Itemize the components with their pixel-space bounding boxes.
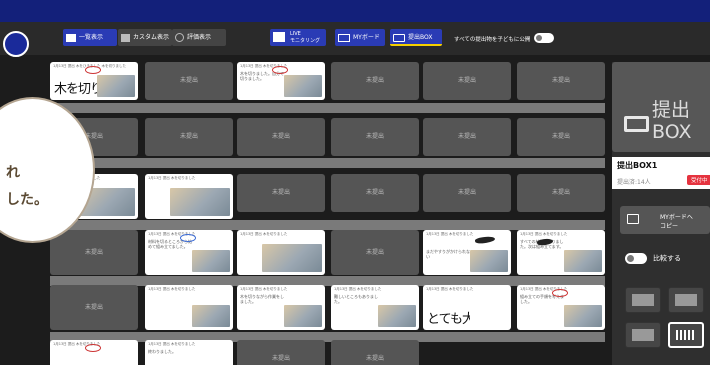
submission-card[interactable]: 1月13日 提出 木を切りました 木を切りました。自分で切りました。: [237, 62, 325, 100]
grid-icon: [66, 33, 76, 42]
grid-icon: [273, 32, 285, 42]
my-board-button[interactable]: MYボード: [335, 29, 385, 46]
submission-photo: [470, 250, 508, 272]
submission-card[interactable]: 1月13日 提出 木を切りました 終わりました。: [145, 340, 233, 365]
layout-4-button[interactable]: [668, 287, 704, 313]
submission-card[interactable]: 1月13日 提出 木を切りました: [145, 174, 233, 219]
submission-photo: [284, 75, 322, 97]
not-submitted-tile[interactable]: 未提出: [145, 118, 233, 156]
layout-sixteen-icon: [676, 330, 696, 340]
submission-photo: [378, 305, 416, 327]
shelf-divider: [50, 220, 605, 230]
submission-photo: [564, 250, 602, 272]
board-icon: [338, 33, 350, 42]
submission-card[interactable]: 1月13日 提出 木を切りました 木を切りながら作業をしました。: [237, 285, 325, 330]
submit-box-card[interactable]: 提出BOX1 提出済:14人 受付中: [612, 157, 710, 189]
not-submitted-tile[interactable]: 未提出: [237, 340, 325, 365]
not-submitted-tile[interactable]: 未提出: [145, 62, 233, 100]
gear-icon: [175, 33, 184, 42]
custom-view-button[interactable]: カスタム表示: [118, 29, 172, 46]
not-submitted-tile[interactable]: 未提出: [331, 340, 419, 365]
submission-card[interactable]: 1月13日 提出 木を切りました: [237, 230, 325, 275]
not-submitted-tile[interactable]: 未提出: [331, 118, 419, 156]
submission-card[interactable]: 1月13日 提出 木を切りました とても大: [423, 285, 511, 330]
annotation-circle: [552, 289, 568, 297]
not-submitted-tile[interactable]: 未提出: [517, 118, 605, 156]
not-submitted-tile[interactable]: 未提出: [331, 62, 419, 100]
not-submitted-tile[interactable]: 未提出: [517, 62, 605, 100]
not-submitted-tile[interactable]: 未提出: [331, 174, 419, 212]
submission-card[interactable]: 1月13日 提出 木を切りました まだやすりがかけられない: [423, 230, 511, 275]
submission-card[interactable]: 1月13日 提出 木を切りました: [50, 340, 138, 365]
submission-photo: [97, 75, 135, 97]
annotation-circle: [85, 344, 101, 352]
live-monitoring-button[interactable]: LIVE モニタリング: [270, 29, 326, 46]
not-submitted-tile[interactable]: 未提出: [517, 174, 605, 212]
not-submitted-tile[interactable]: 未提出: [50, 285, 138, 330]
publish-label: すべての提出物を子どもに公開: [454, 37, 531, 43]
not-submitted-tile[interactable]: 未提出: [50, 230, 138, 275]
app-logo-icon[interactable]: [3, 31, 29, 57]
layout-nine-icon: [632, 329, 654, 341]
grid-icon: [121, 33, 130, 42]
publish-toggle[interactable]: [534, 33, 554, 43]
eval-view-button[interactable]: 評価表示: [172, 29, 226, 46]
submission-card[interactable]: 1月13日 提出 木を切りました すべての材料を切りました。次は組み立てます。: [517, 230, 605, 275]
submission-photo: [564, 305, 602, 327]
not-submitted-tile[interactable]: 未提出: [237, 118, 325, 156]
layout-9-button[interactable]: [625, 322, 661, 348]
annotation-circle: [85, 66, 101, 74]
submission-photo: [192, 305, 230, 327]
submission-card[interactable]: 1月13日 提出 木を切りました 組み立ての手順を考えました。: [517, 285, 605, 330]
not-submitted-tile[interactable]: 未提出: [423, 174, 511, 212]
tray-icon: [624, 116, 649, 132]
submission-photo: [262, 244, 322, 272]
submit-box-header: 提出 BOX: [612, 62, 710, 152]
layout-1-button[interactable]: [625, 287, 661, 313]
submission-card[interactable]: 1月13日 提出 木をひきました 木を切りました 木を切りた: [50, 62, 138, 100]
submission-photo: [284, 305, 322, 327]
layout-single-icon: [632, 294, 654, 306]
shelf-divider: [50, 158, 605, 168]
toggle-icon: [625, 253, 647, 264]
submission-card[interactable]: 1月13日 提出 木を切りました 材料を切るところから始めて組み立てました。: [145, 230, 233, 275]
toolbar: 一覧表示 カスタム表示 評価表示 LIVE モニタリング MYボード 提出BOX…: [0, 22, 710, 55]
submission-photo: [170, 188, 230, 216]
submission-card[interactable]: 1月13日 提出 木を切りました 難しいところもありました。: [331, 285, 419, 330]
not-submitted-tile[interactable]: 未提出: [237, 174, 325, 212]
layout-quad-icon: [675, 294, 697, 306]
not-submitted-tile[interactable]: 未提出: [331, 230, 419, 275]
layout-16-button[interactable]: [668, 322, 704, 348]
annotation-circle: [272, 66, 288, 74]
not-submitted-tile[interactable]: 未提出: [423, 118, 511, 156]
compare-toggle[interactable]: 比較する: [625, 253, 681, 264]
annotation-circle: [180, 234, 196, 242]
status-badge: 受付中: [687, 175, 710, 185]
top-bar: [0, 0, 710, 22]
not-submitted-tile[interactable]: 未提出: [423, 62, 511, 100]
list-view-button[interactable]: 一覧表示: [63, 29, 117, 46]
submission-photo: [192, 250, 230, 272]
submission-card[interactable]: 1月13日 提出 木を切りました: [145, 285, 233, 330]
submit-box-button[interactable]: 提出BOX: [390, 29, 442, 46]
shelf-divider: [50, 103, 605, 113]
tray-icon: [393, 33, 405, 42]
submission-photo: [470, 305, 508, 327]
copy-icon: [627, 214, 639, 224]
copy-to-myboard-button[interactable]: MYボードへ コピー: [620, 206, 710, 234]
